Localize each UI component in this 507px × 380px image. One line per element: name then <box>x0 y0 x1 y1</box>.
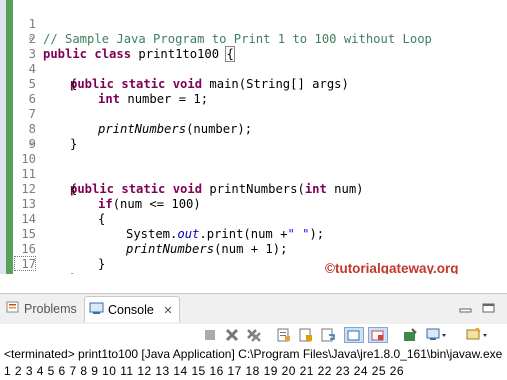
pin-console-icon[interactable] <box>402 327 418 343</box>
remove-all-terminated-icon[interactable] <box>246 327 262 343</box>
word-wrap-icon[interactable] <box>320 327 336 343</box>
code-line[interactable]: 2 public class print1to100 { <box>0 17 507 62</box>
line-number: 18 <box>14 272 36 274</box>
code-editor[interactable]: 1 // Sample Java Program to Print 1 to 1… <box>0 0 507 274</box>
minimize-view-icon[interactable] <box>459 302 472 313</box>
fold-collapse-icon[interactable]: ⊖ <box>29 139 34 149</box>
code-line[interactable]: 8 } <box>0 107 507 151</box>
code-line[interactable]: 15 printNumbers(num + 1); <box>0 212 507 256</box>
code-line[interactable]: 1 // Sample Java Program to Print 1 to 1… <box>0 2 507 46</box>
tab-console[interactable]: Console ✕ <box>84 296 180 322</box>
code-line[interactable]: 13 { <box>0 182 507 226</box>
watermark: ©tutorialgateway.org <box>325 261 459 274</box>
tab-label: Problems <box>24 302 77 316</box>
console-icon <box>89 298 104 324</box>
code-line[interactable]: 9 <box>0 122 507 151</box>
maximize-view-icon[interactable] <box>482 302 495 313</box>
console-view: Problems Console ✕ <terminated> print1to… <box>0 293 507 380</box>
code-line[interactable]: 6 <box>0 77 507 106</box>
code-line[interactable]: 5 int number = 1; <box>0 62 507 106</box>
code-line[interactable]: 7 printNumbers(number); <box>0 92 507 136</box>
fold-collapse-icon[interactable]: ⊖ <box>29 34 34 44</box>
show-console-on-stderr-icon[interactable] <box>368 327 388 343</box>
open-console-icon[interactable] <box>466 327 487 343</box>
code-line[interactable]: 17 } <box>0 242 507 274</box>
terminated-status: <terminated> print1to100 [Java Applicati… <box>4 347 503 361</box>
tab-problems[interactable]: Problems <box>2 296 83 322</box>
problems-icon <box>6 297 20 323</box>
code-line[interactable]: 11 { <box>0 152 507 196</box>
close-tab-icon[interactable]: ✕ <box>163 305 172 317</box>
clear-console-icon[interactable] <box>276 327 292 343</box>
display-selected-console-icon[interactable] <box>426 327 446 343</box>
view-tab-bar: Problems Console ✕ <box>0 294 507 325</box>
code-line[interactable]: 16 } <box>0 227 507 271</box>
console-toolbar <box>0 324 507 346</box>
code-line[interactable]: 3 ⊖ public static void main(String[] arg… <box>0 32 507 91</box>
code-line[interactable]: 4 { <box>0 47 507 91</box>
console-output: 1 2 3 4 5 6 7 8 9 10 11 12 13 14 15 16 1… <box>4 364 405 378</box>
code-line[interactable]: 14 System.out.print(num +" "); <box>0 197 507 241</box>
code-line[interactable]: 12 if(num <= 100) <box>0 167 507 211</box>
tab-label: Console <box>108 303 154 317</box>
code-line[interactable]: 10 ⊖ public static void printNumbers(int… <box>0 137 507 196</box>
show-console-on-stdout-icon[interactable] <box>344 327 364 343</box>
scroll-lock-icon[interactable] <box>298 327 314 343</box>
brace: } <box>70 272 77 274</box>
terminate-icon[interactable] <box>202 327 218 343</box>
remove-launch-icon[interactable] <box>224 327 240 343</box>
